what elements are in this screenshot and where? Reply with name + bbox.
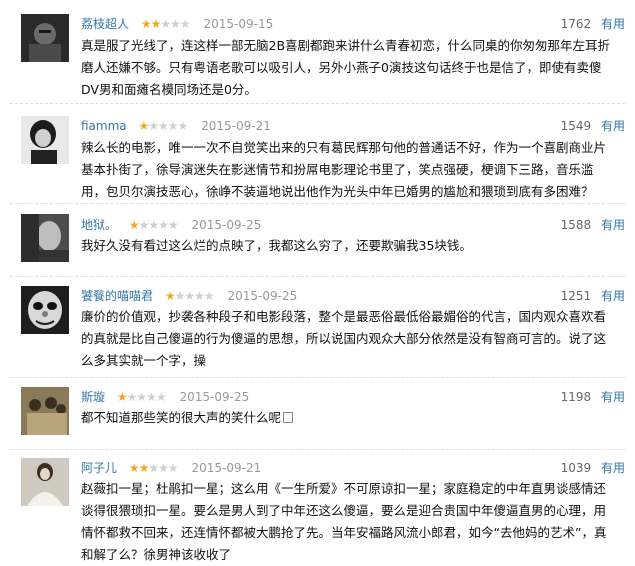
username-link[interactable]: 地狱。 [81, 218, 117, 232]
vote-count: 1039 [560, 461, 592, 475]
star-icon: ★ [140, 17, 152, 31]
rating-stars: ★★★★★ [128, 216, 179, 234]
star-icon: ★ [167, 119, 179, 133]
review-header: 阿子儿 ★★★★★ 2015-09-21 [81, 459, 261, 477]
star-icon: ★ [184, 289, 195, 303]
vote-count: 1251 [560, 289, 592, 303]
rating-stars: ★★★★★ [116, 388, 167, 406]
username-link[interactable]: 荔枝超人 [81, 17, 129, 31]
review-text-content: 都不知道那些笑的很大声的笑什么呢 [81, 410, 282, 425]
vote-area: 1549 有用 [561, 117, 625, 135]
star-icon: ★ [138, 218, 150, 232]
avatar[interactable] [21, 458, 69, 506]
star-icon: ★ [136, 390, 147, 404]
star-icon: ★ [203, 289, 215, 303]
star-icon: ★ [167, 461, 179, 475]
review-text: 赵薇扣一星；杜鹃扣一星；这么用《一生所爱》不可原谅扣一星；家庭稳定的中年直男谈感… [81, 481, 607, 562]
star-icon: ★ [150, 17, 162, 31]
star-icon: ★ [164, 289, 176, 303]
review-header: fiamma ★★★★★ 2015-09-21 [81, 117, 271, 135]
star-icon: ★ [148, 119, 159, 133]
username-link[interactable]: 斯璇 [81, 390, 105, 404]
star-icon: ★ [174, 289, 186, 303]
review-text: 都不知道那些笑的很大声的笑什么呢 [81, 407, 613, 429]
star-icon: ★ [158, 461, 169, 475]
avatar[interactable] [21, 116, 69, 164]
review-date: 2015-09-25 [191, 218, 262, 232]
avatar[interactable] [21, 14, 69, 62]
star-icon: ★ [148, 218, 159, 232]
star-icon: ★ [177, 119, 189, 133]
star-icon: ★ [194, 289, 205, 303]
review-date: 2015-09-21 [201, 119, 271, 133]
star-icon: ★ [138, 119, 149, 133]
star-icon: ★ [128, 461, 140, 475]
useful-button[interactable]: 有用 [601, 461, 625, 475]
rating-stars: ★★★★★ [128, 459, 179, 477]
vote-count: 1762 [560, 17, 592, 31]
review-text: 真是服了光线了，连这样一部无脑2B喜剧都跑来讲什么青春初恋，什么同桌的你匆匆那年… [81, 38, 611, 97]
useful-button[interactable]: 有用 [601, 218, 625, 232]
star-icon: ★ [138, 461, 150, 475]
star-icon: ★ [148, 461, 159, 475]
review-date: 2015-09-15 [203, 17, 274, 31]
vote-area: 1588 有用 [561, 216, 625, 234]
star-icon: ★ [170, 17, 181, 31]
star-icon: ★ [128, 218, 140, 232]
vote-area: 1039 有用 [561, 459, 625, 477]
username-link[interactable]: 饕餮的喵喵君 [81, 289, 153, 303]
review-header: 饕餮的喵喵君 ★★★★★ 2015-09-25 [81, 287, 297, 305]
star-icon: ★ [155, 390, 167, 404]
emoji-placeholder-icon [283, 412, 294, 423]
divider [10, 449, 625, 450]
review-text: 我好久没有看过这么烂的点映了，我都这么穷了，还要欺骗我35块钱。 [81, 238, 472, 253]
review-header: 斯璇 ★★★★★ 2015-09-25 [81, 388, 249, 406]
vote-count: 1549 [560, 119, 592, 133]
useful-button[interactable]: 有用 [601, 390, 625, 404]
avatar[interactable] [21, 387, 69, 435]
review-date: 2015-09-21 [191, 461, 262, 475]
review-header: 地狱。 ★★★★★ 2015-09-25 [81, 216, 261, 234]
vote-area: 1251 有用 [561, 287, 625, 305]
avatar[interactable] [21, 286, 69, 334]
star-icon: ★ [146, 390, 157, 404]
rating-stars: ★★★★★ [138, 117, 189, 135]
username-link[interactable]: fiamma [81, 119, 127, 133]
review-text: 辣么长的电影，唯一一次不自觉笑出来的只有葛民辉那句他的普通话不好，作为一个喜剧商… [81, 140, 607, 199]
divider [10, 276, 625, 277]
vote-count: 1588 [560, 218, 592, 232]
username-link[interactable]: 阿子儿 [81, 461, 117, 475]
useful-button[interactable]: 有用 [601, 17, 625, 31]
review-text: 廉价的价值观，抄袭各种段子和电影段落，整个是最恶俗最低俗最媚俗的代言，国内观众喜… [81, 309, 607, 368]
vote-count: 1198 [560, 390, 592, 404]
star-icon: ★ [167, 218, 179, 232]
review-date: 2015-09-25 [227, 289, 298, 303]
divider [10, 377, 625, 378]
rating-stars: ★★★★★ [164, 287, 215, 305]
star-icon: ★ [160, 17, 171, 31]
avatar[interactable] [21, 214, 69, 262]
star-icon: ★ [126, 390, 138, 404]
rating-stars: ★★★★★ [140, 15, 191, 33]
star-icon: ★ [158, 218, 169, 232]
divider [10, 203, 625, 204]
vote-area: 1762 有用 [561, 15, 625, 33]
review-date: 2015-09-25 [179, 390, 250, 404]
star-icon: ★ [158, 119, 169, 133]
divider [10, 103, 625, 104]
useful-button[interactable]: 有用 [601, 119, 625, 133]
vote-area: 1198 有用 [561, 388, 625, 406]
star-icon: ★ [179, 17, 191, 31]
review-header: 荔枝超人 ★★★★★ 2015-09-15 [81, 15, 273, 33]
useful-button[interactable]: 有用 [601, 289, 625, 303]
star-icon: ★ [116, 390, 128, 404]
